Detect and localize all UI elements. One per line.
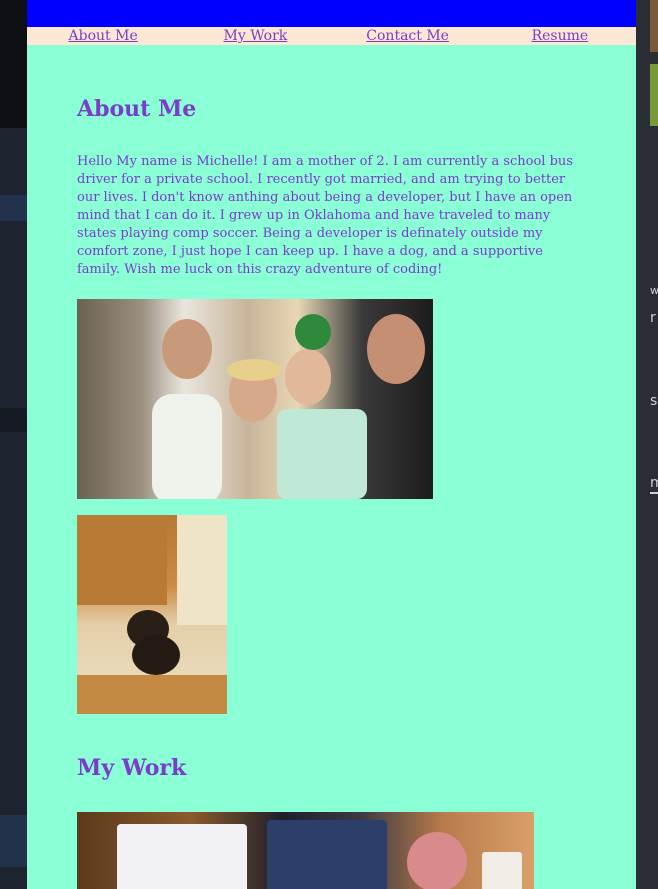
background-window-left	[0, 0, 27, 889]
nav-link-about-me[interactable]: About Me	[27, 27, 179, 45]
photo-detail	[152, 394, 222, 499]
background-panel	[0, 195, 27, 221]
background-window-right: w r s m	[636, 0, 658, 889]
photo-detail	[285, 349, 331, 405]
nav-link-resume[interactable]: Resume	[484, 27, 636, 45]
about-bio: Hello My name is Michelle! I am a mother…	[77, 154, 573, 277]
photo-detail	[117, 824, 247, 889]
background-thumbnail	[650, 64, 658, 126]
background-thumbnail	[650, 0, 658, 52]
photo-detail	[77, 515, 167, 605]
work-photo	[77, 812, 534, 889]
background-text: w	[650, 284, 658, 297]
navigation-bar: About Me My Work Contact Me Resume	[27, 27, 636, 45]
nav-link-contact-me[interactable]: Contact Me	[332, 27, 484, 45]
background-panel	[0, 0, 27, 128]
photo-detail	[407, 832, 467, 889]
photo-detail	[295, 314, 331, 350]
about-heading: About Me	[77, 96, 197, 122]
photo-detail	[77, 675, 227, 714]
nav-link-my-work[interactable]: My Work	[179, 27, 331, 45]
family-photo	[77, 299, 433, 499]
background-divider	[650, 492, 658, 494]
background-panel	[0, 815, 27, 867]
background-text: r	[650, 310, 656, 326]
top-banner	[27, 0, 636, 27]
background-text: m	[650, 475, 658, 491]
photo-detail	[162, 319, 212, 379]
background-panel	[0, 408, 27, 432]
dog-photo	[77, 515, 227, 714]
photo-detail	[267, 820, 387, 889]
browser-page: About Me My Work Contact Me Resume About…	[27, 0, 636, 889]
photo-detail	[482, 852, 522, 889]
my-work-heading: My Work	[77, 755, 187, 781]
photo-detail	[367, 314, 425, 384]
photo-detail	[277, 409, 367, 499]
photo-detail	[227, 359, 281, 381]
photo-detail	[177, 515, 227, 625]
photo-detail	[132, 635, 180, 675]
background-text: s	[650, 393, 658, 409]
